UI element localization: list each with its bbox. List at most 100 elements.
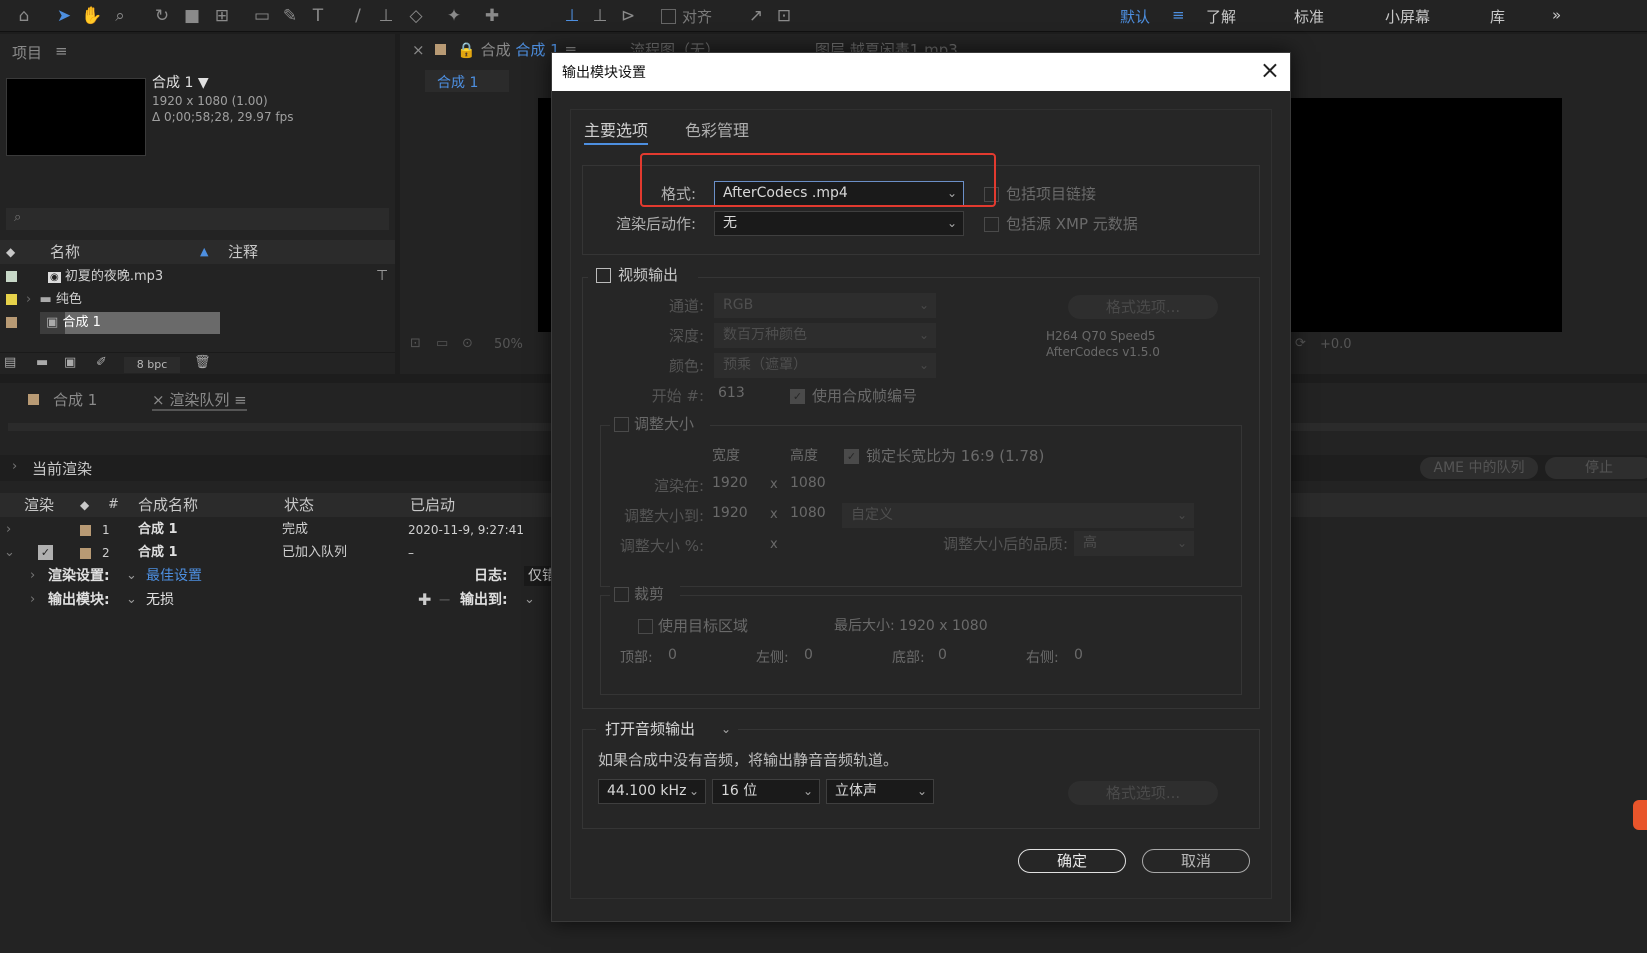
audio-format-options-button[interactable]: 格式选项... bbox=[1068, 781, 1218, 805]
color-dropdown[interactable]: 预乘（遮罩） ⌄ bbox=[714, 353, 936, 378]
hand-tool-icon[interactable]: ✋ bbox=[80, 4, 104, 28]
pen-tool-icon[interactable]: ✎ bbox=[278, 4, 302, 28]
label-color-swatch[interactable] bbox=[6, 294, 17, 305]
crop-checkbox[interactable] bbox=[614, 587, 629, 602]
more-workspaces-icon[interactable]: » bbox=[1552, 6, 1561, 24]
snap-option-icon[interactable]: ↗ bbox=[744, 4, 768, 28]
use-comp-frame-checkbox[interactable]: ✓ bbox=[790, 389, 805, 404]
selection-tool-icon[interactable]: ➤ bbox=[52, 4, 76, 28]
include-xmp-checkbox[interactable] bbox=[984, 217, 999, 232]
rotate-tool-icon[interactable]: ↻ bbox=[150, 4, 174, 28]
new-comp-icon[interactable]: ▣ bbox=[64, 355, 76, 370]
add-output-module-icon[interactable]: ✚ bbox=[418, 589, 431, 611]
column-name[interactable]: 名称 bbox=[50, 240, 80, 264]
puppet-pin-tool-icon[interactable]: ✚ bbox=[480, 4, 504, 28]
flowchart-icon[interactable]: ⊤ bbox=[376, 268, 388, 284]
col-comp-name[interactable]: 合成名称 bbox=[138, 493, 198, 517]
project-settings-icon[interactable]: ✐ bbox=[96, 355, 107, 370]
chevron-right-icon[interactable]: › bbox=[30, 565, 35, 587]
floating-widget-icon[interactable] bbox=[1633, 800, 1647, 830]
rectangle-tool-icon[interactable]: ▭ bbox=[250, 4, 274, 28]
render-checkbox[interactable]: ✓ bbox=[38, 545, 53, 560]
lock-aspect-checkbox[interactable]: ✓ bbox=[844, 449, 859, 464]
close-icon[interactable]: × bbox=[412, 41, 425, 59]
zoom-tool-icon[interactable]: ⌕ bbox=[108, 4, 132, 28]
workspace-standard[interactable]: 标准 bbox=[1294, 6, 1324, 27]
workspace-libraries[interactable]: 库 bbox=[1490, 6, 1505, 27]
project-item-audio[interactable]: ◉ 初夏的夜晚.mp3 bbox=[48, 266, 163, 288]
audio-channels-dropdown[interactable]: 立体声 ⌄ bbox=[826, 779, 934, 804]
include-project-link-checkbox[interactable] bbox=[984, 187, 999, 202]
resize-preset-dropdown[interactable]: 自定义 ⌄ bbox=[842, 503, 1194, 528]
post-render-dropdown[interactable]: 无 ⌄ bbox=[714, 211, 964, 236]
tab-render-queue[interactable]: × 渲染队列 ≡ bbox=[152, 389, 247, 411]
camera-tool-icon[interactable]: ■ bbox=[180, 4, 204, 28]
snap-grid-icon[interactable]: ⊡ bbox=[772, 4, 796, 28]
col-status[interactable]: 状态 bbox=[284, 493, 314, 517]
pan-behind-tool-icon[interactable]: ⊞ bbox=[210, 4, 234, 28]
local-axis-mode-icon[interactable]: ⊥ bbox=[560, 4, 584, 28]
workspace-learn[interactable]: 了解 bbox=[1206, 6, 1236, 27]
zoom-level[interactable]: 50% bbox=[494, 337, 523, 352]
label-color-swatch[interactable] bbox=[80, 548, 91, 559]
stop-button[interactable]: 停止 bbox=[1545, 457, 1647, 479]
label-color-swatch[interactable] bbox=[6, 271, 17, 282]
crop-top-value[interactable]: 0 bbox=[668, 647, 677, 663]
workspace-menu-icon[interactable]: ≡ bbox=[1172, 6, 1185, 24]
chevron-down-icon[interactable]: ⌄ bbox=[126, 565, 137, 587]
viewer-subtab[interactable]: 合成 1 bbox=[425, 70, 509, 92]
snapping-checkbox[interactable] bbox=[661, 9, 676, 24]
panel-menu-icon[interactable]: ≡ bbox=[55, 42, 68, 60]
home-icon[interactable]: ⌂ bbox=[12, 4, 36, 28]
mask-icon[interactable]: ⊙ bbox=[462, 336, 473, 351]
chevron-down-icon[interactable]: ⌄ bbox=[126, 589, 137, 611]
exposure-value[interactable]: +0.0 bbox=[1320, 337, 1352, 352]
video-format-options-button[interactable]: 格式选项... bbox=[1068, 295, 1218, 319]
channel-dropdown[interactable]: RGB ⌄ bbox=[714, 293, 936, 318]
cancel-button[interactable]: 取消 bbox=[1142, 849, 1250, 873]
queue-in-ame-button[interactable]: AME 中的队列 bbox=[1420, 457, 1538, 479]
close-icon[interactable]: × bbox=[1260, 56, 1280, 84]
chevron-right-icon[interactable]: › bbox=[26, 292, 31, 307]
render-settings-link[interactable]: 最佳设置 bbox=[146, 565, 202, 587]
eraser-tool-icon[interactable]: ◇ bbox=[404, 4, 428, 28]
output-module-value[interactable]: 无损 bbox=[146, 589, 174, 611]
crop-bottom-value[interactable]: 0 bbox=[938, 647, 947, 663]
col-started[interactable]: 已启动 bbox=[410, 493, 455, 517]
chevron-down-icon[interactable]: ▼ bbox=[198, 75, 209, 91]
interpret-footage-icon[interactable]: ▤ bbox=[4, 355, 16, 370]
tab-timeline-comp[interactable]: 合成 1 bbox=[28, 389, 97, 411]
world-axis-mode-icon[interactable]: ⊥ bbox=[588, 4, 612, 28]
col-number[interactable]: # bbox=[108, 493, 119, 517]
resize-to-height[interactable]: 1080 bbox=[790, 505, 826, 521]
start-frame-value[interactable]: 613 bbox=[718, 385, 745, 401]
project-search-input[interactable]: ⌕ bbox=[6, 208, 389, 230]
crop-left-value[interactable]: 0 bbox=[804, 647, 813, 663]
resize-quality-dropdown[interactable]: 高 ⌄ bbox=[1074, 531, 1194, 556]
label-tag-icon[interactable]: ◆ bbox=[6, 240, 15, 264]
use-roi-checkbox[interactable] bbox=[638, 619, 653, 634]
label-color-swatch[interactable] bbox=[6, 317, 17, 328]
roto-brush-tool-icon[interactable]: ✦ bbox=[442, 4, 466, 28]
view-axis-mode-icon[interactable]: ⊳ bbox=[616, 4, 640, 28]
workspace-default[interactable]: 默认 bbox=[1120, 6, 1150, 27]
monitor-icon[interactable]: ▭ bbox=[436, 336, 448, 351]
resize-to-width[interactable]: 1920 bbox=[712, 505, 748, 521]
label-color-swatch[interactable] bbox=[80, 525, 91, 536]
chevron-right-icon[interactable]: › bbox=[6, 519, 11, 541]
lock-icon[interactable]: 🔒 bbox=[457, 41, 476, 59]
reset-exposure-icon[interactable]: ⟳ bbox=[1295, 336, 1306, 351]
label-tag-icon[interactable]: ◆ bbox=[80, 493, 89, 517]
clone-stamp-tool-icon[interactable]: ⊥ bbox=[374, 4, 398, 28]
bit-depth-dropdown[interactable]: 16 位 ⌄ bbox=[712, 779, 820, 804]
tab-main-options[interactable]: 主要选项 bbox=[584, 117, 649, 145]
audio-output-dropdown[interactable]: 打开音频输出 ⌄ bbox=[596, 717, 738, 742]
close-icon[interactable]: × bbox=[152, 391, 165, 409]
remove-output-module-icon[interactable]: − bbox=[438, 589, 451, 611]
trash-icon[interactable]: 🗑 bbox=[194, 355, 211, 370]
chevron-down-icon[interactable]: ⌄ bbox=[524, 589, 535, 611]
brush-tool-icon[interactable]: / bbox=[346, 4, 370, 28]
always-preview-icon[interactable]: ⊡ bbox=[410, 336, 421, 351]
col-render[interactable]: 渲染 bbox=[24, 493, 54, 517]
resize-checkbox[interactable] bbox=[614, 417, 629, 432]
